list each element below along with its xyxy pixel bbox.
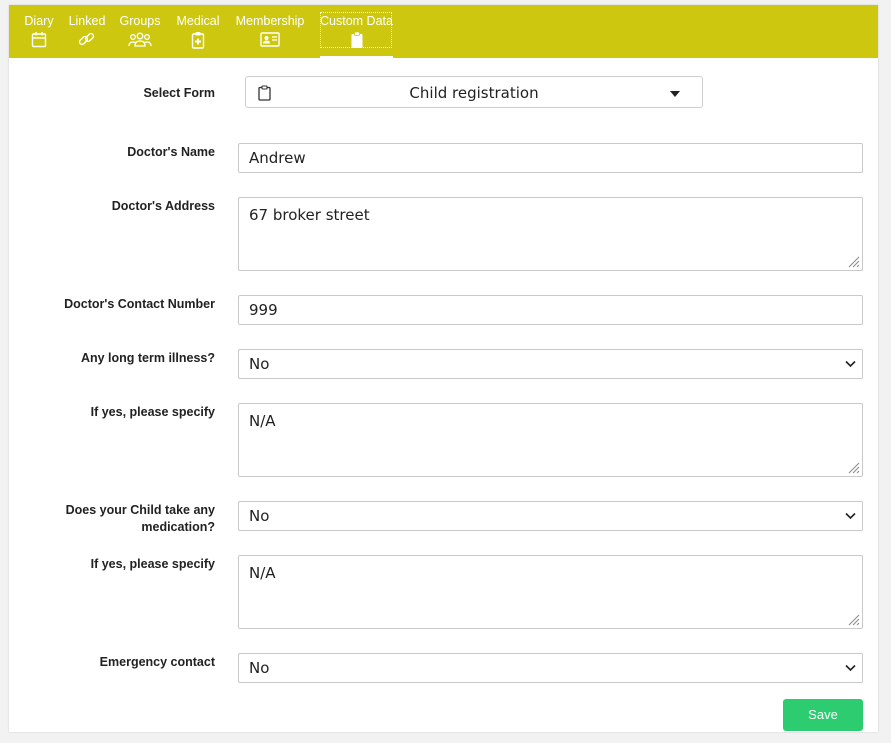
- form-labels: Select Form Doctor's Name Doctor's Addre…: [9, 5, 215, 743]
- resize-grip-icon[interactable]: [848, 256, 860, 268]
- emergency-contact-select[interactable]: No: [238, 653, 863, 683]
- select-form-value: Child registration: [409, 84, 539, 102]
- caret-down-icon: [670, 91, 680, 97]
- id-card-icon: [260, 32, 280, 47]
- chevron-down-icon: [845, 512, 856, 520]
- doctor-name-input[interactable]: Andrew: [238, 143, 863, 173]
- illness-specify-textarea[interactable]: N/A: [238, 403, 863, 477]
- tab-focus-outline: [320, 12, 392, 48]
- medication-label: Does your Child take any medication?: [66, 502, 215, 536]
- tab-label: Membership: [235, 14, 305, 28]
- medication-label-line1: Does your Child take any: [65, 503, 215, 517]
- medication-specify-label: If yes, please specify: [90, 557, 215, 571]
- medication-label-line2: medication?: [141, 520, 215, 534]
- chevron-down-icon: [845, 360, 856, 368]
- save-button[interactable]: Save: [783, 699, 863, 731]
- emergency-contact-label: Emergency contact: [99, 655, 215, 669]
- doctor-address-textarea[interactable]: 67 broker street: [238, 197, 863, 271]
- illness-specify-value: N/A: [249, 412, 276, 430]
- medication-value: No: [249, 507, 270, 525]
- record-panel: Diary Linked Groups Medical Membership C…: [9, 5, 878, 732]
- long-term-illness-select[interactable]: No: [238, 349, 863, 379]
- select-form-dropdown[interactable]: Child registration: [245, 76, 703, 108]
- doctor-contact-label: Doctor's Contact Number: [64, 297, 215, 311]
- long-term-illness-label: Any long term illness?: [80, 351, 215, 365]
- long-term-illness-value: No: [249, 355, 270, 373]
- medication-specify-value: N/A: [249, 564, 276, 582]
- resize-grip-icon[interactable]: [848, 462, 860, 474]
- doctor-contact-input[interactable]: 999: [238, 295, 863, 325]
- chevron-down-icon: [845, 664, 856, 672]
- doctor-name-label: Doctor's Name: [127, 145, 215, 159]
- tab-membership[interactable]: Membership: [233, 5, 307, 58]
- resize-grip-icon[interactable]: [848, 614, 860, 626]
- emergency-contact-value: No: [249, 659, 270, 677]
- doctor-address-value: 67 broker street: [249, 206, 370, 224]
- medication-specify-textarea[interactable]: N/A: [238, 555, 863, 629]
- doctor-address-label: Doctor's Address: [111, 199, 215, 213]
- tab-custom-data[interactable]: Custom Data: [320, 5, 393, 58]
- select-form-label: Select Form: [143, 86, 215, 100]
- medication-select[interactable]: No: [238, 501, 863, 531]
- illness-specify-label: If yes, please specify: [90, 405, 215, 419]
